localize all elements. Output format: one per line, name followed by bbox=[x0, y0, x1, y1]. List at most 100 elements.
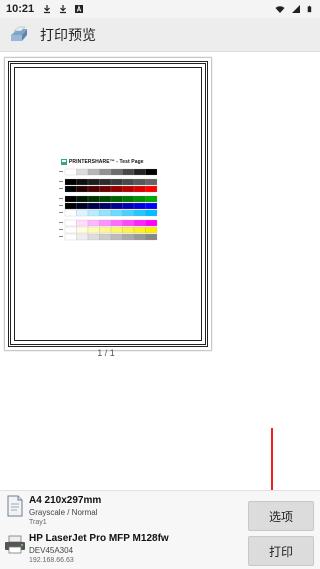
swatch-row-marker bbox=[59, 181, 63, 182]
color-swatch bbox=[145, 185, 158, 193]
color-swatch bbox=[76, 195, 89, 203]
swatch-row-marker bbox=[59, 222, 63, 223]
color-swatch bbox=[99, 233, 112, 241]
print-settings-panel: A4 210x297mm Grayscale / Normal Tray1 HP… bbox=[0, 490, 320, 569]
color-swatch bbox=[87, 233, 100, 241]
color-swatch bbox=[87, 195, 100, 203]
color-swatch bbox=[122, 226, 135, 234]
color-swatch bbox=[122, 178, 135, 186]
color-swatch bbox=[87, 226, 100, 234]
color-swatch bbox=[133, 226, 146, 234]
a-box-icon bbox=[75, 5, 84, 13]
color-swatch bbox=[64, 219, 77, 227]
printer-ip-label: 192.168.66.63 bbox=[29, 557, 74, 564]
color-swatch bbox=[133, 168, 146, 176]
app-toolbar: 打印预览 bbox=[0, 18, 320, 52]
swatch-row-marker bbox=[59, 205, 63, 206]
printer-name-label: HP LaserJet Pro MFP M128fw bbox=[29, 533, 169, 544]
print-button[interactable]: 打印 bbox=[248, 536, 314, 566]
printer-icon bbox=[5, 535, 25, 554]
color-swatch bbox=[122, 185, 135, 193]
color-swatch bbox=[99, 178, 112, 186]
color-swatch bbox=[110, 178, 123, 186]
printer-id-label: DEV45A304 bbox=[29, 546, 74, 555]
paper-icon bbox=[7, 495, 23, 517]
color-swatch bbox=[99, 202, 112, 210]
color-swatch bbox=[87, 185, 100, 193]
color-swatch bbox=[99, 209, 112, 217]
color-swatch bbox=[145, 168, 158, 176]
color-swatch bbox=[110, 209, 123, 217]
color-swatch bbox=[87, 202, 100, 210]
color-swatch bbox=[76, 178, 89, 186]
color-swatch bbox=[99, 219, 112, 227]
color-mode-label: Grayscale / Normal bbox=[29, 508, 98, 517]
signal-icon bbox=[292, 5, 300, 13]
color-swatch bbox=[76, 233, 89, 241]
tray-label: Tray1 bbox=[29, 519, 47, 526]
color-swatch bbox=[64, 209, 77, 217]
color-swatch bbox=[64, 168, 77, 176]
color-swatch bbox=[133, 178, 146, 186]
swatch-row-marker bbox=[59, 171, 63, 172]
printershare-logo-icon bbox=[61, 159, 67, 165]
color-swatch bbox=[133, 219, 146, 227]
color-swatch bbox=[145, 178, 158, 186]
color-swatch bbox=[64, 233, 77, 241]
test-page-title: PRINTERSHARE™ - Test Page bbox=[61, 159, 144, 165]
paper-size-label: A4 210x297mm bbox=[29, 495, 102, 506]
color-swatch bbox=[133, 185, 146, 193]
printer-app-icon[interactable] bbox=[8, 23, 32, 47]
color-swatch bbox=[110, 233, 123, 241]
color-swatch bbox=[64, 202, 77, 210]
print-preview-area[interactable]: PRINTERSHARE™ - Test Page 1 / 1 bbox=[0, 52, 320, 536]
page-title: 打印预览 bbox=[40, 26, 96, 43]
download-icon bbox=[60, 5, 67, 14]
color-swatch bbox=[64, 185, 77, 193]
color-swatch bbox=[76, 168, 89, 176]
status-time: 10:21 bbox=[6, 3, 35, 15]
color-swatch bbox=[122, 168, 135, 176]
color-swatch bbox=[145, 226, 158, 234]
swatch-row-marker bbox=[59, 198, 63, 199]
color-swatch bbox=[76, 185, 89, 193]
battery-icon bbox=[307, 5, 312, 13]
color-swatch bbox=[110, 168, 123, 176]
color-swatch bbox=[87, 209, 100, 217]
page-counter: 1 / 1 bbox=[97, 348, 115, 358]
color-swatch bbox=[145, 219, 158, 227]
page-preview[interactable]: PRINTERSHARE™ - Test Page bbox=[4, 57, 212, 351]
color-swatch bbox=[76, 202, 89, 210]
color-swatch bbox=[133, 202, 146, 210]
color-swatch bbox=[122, 202, 135, 210]
color-swatch bbox=[145, 195, 158, 203]
color-swatch bbox=[99, 195, 112, 203]
color-swatch bbox=[87, 168, 100, 176]
color-swatch bbox=[145, 233, 158, 241]
color-swatch bbox=[87, 178, 100, 186]
color-swatch bbox=[99, 226, 112, 234]
color-swatch bbox=[122, 195, 135, 203]
color-swatch bbox=[133, 209, 146, 217]
color-swatch bbox=[133, 195, 146, 203]
swatch-row-marker bbox=[59, 229, 63, 230]
color-swatch bbox=[64, 178, 77, 186]
color-swatch bbox=[110, 226, 123, 234]
color-swatch bbox=[110, 202, 123, 210]
color-swatch bbox=[64, 195, 77, 203]
test-page-title-text: PRINTERSHARE™ - Test Page bbox=[69, 159, 144, 165]
color-swatch bbox=[133, 233, 146, 241]
status-bar: 10:21 bbox=[0, 0, 320, 18]
swatch-row-marker bbox=[59, 188, 63, 189]
color-swatch bbox=[122, 233, 135, 241]
color-swatch bbox=[76, 226, 89, 234]
options-button[interactable]: 选项 bbox=[248, 501, 314, 531]
color-swatch bbox=[76, 219, 89, 227]
color-swatch bbox=[122, 219, 135, 227]
color-swatch bbox=[76, 209, 89, 217]
color-test-grid bbox=[59, 168, 158, 241]
color-swatch bbox=[110, 185, 123, 193]
swatch-row-marker bbox=[59, 236, 63, 237]
status-icons-left bbox=[42, 4, 84, 14]
color-swatch bbox=[64, 226, 77, 234]
